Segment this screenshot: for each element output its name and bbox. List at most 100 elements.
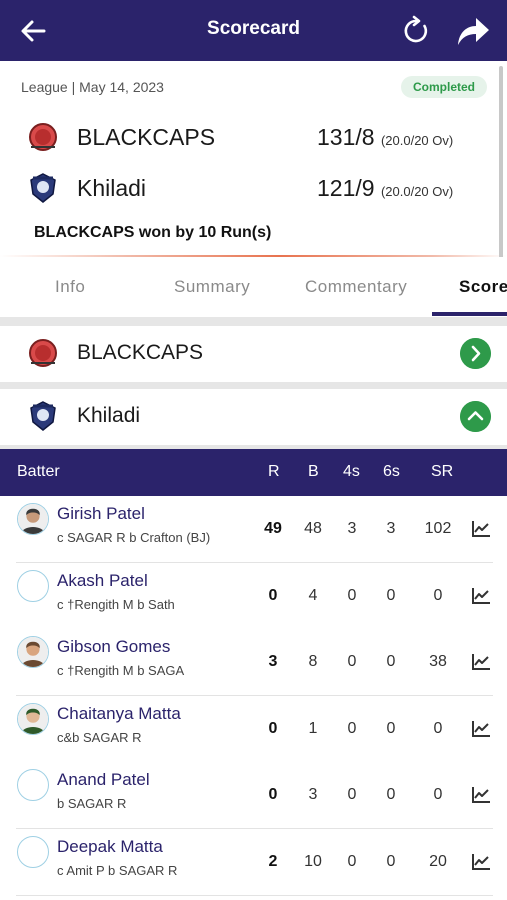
top-app-bar: Scorecard	[0, 0, 507, 61]
header-strike-rate: SR	[431, 463, 454, 480]
balls-cell: 4	[308, 586, 318, 604]
avatar-placeholder	[17, 835, 49, 868]
sixes-cell: 0	[386, 719, 396, 737]
chart-icon[interactable]	[471, 853, 491, 871]
match-result: BLACKCAPS won by 10 Run(s)	[34, 224, 272, 241]
chart-icon[interactable]	[471, 720, 491, 738]
batter-name[interactable]: Chaitanya Matta	[57, 704, 181, 724]
dismissal-text: c †Rengith M b SAGA	[57, 663, 185, 678]
chart-icon[interactable]	[471, 653, 491, 671]
chart-icon[interactable]	[471, 786, 491, 804]
match-meta: League | May 14, 2023	[21, 79, 164, 95]
khiladi-logo-icon	[30, 173, 56, 203]
tab-summary[interactable]: Summary	[174, 277, 250, 297]
refresh-icon[interactable]	[400, 15, 432, 47]
fours-cell: 0	[347, 653, 357, 670]
chevron-right-icon[interactable]	[460, 338, 491, 369]
runs-cell: 0	[268, 719, 278, 737]
strike-rate-cell: 102	[424, 520, 452, 537]
team-score: 131/8 (20.0/20 Ov)	[317, 124, 453, 151]
sixes-cell: 0	[386, 653, 396, 670]
team-score: 121/9 (20.0/20 Ov)	[317, 175, 453, 202]
header-runs: R	[268, 463, 280, 480]
fours-cell: 0	[347, 786, 357, 803]
avatar	[17, 702, 49, 735]
table-row[interactable]: Gibson Gomes c †Rengith M b SAGA 3 8 0 0 38	[0, 629, 507, 696]
team-name: BLACKCAPS	[77, 124, 216, 150]
innings-blackcaps[interactable]: BLACKCAPS	[0, 326, 507, 382]
strike-rate-cell: 0	[433, 786, 443, 803]
runs-cell: 3	[268, 653, 278, 670]
strike-rate-cell: 0	[433, 719, 443, 737]
innings-khiladi[interactable]: Khiladi	[0, 389, 507, 445]
chart-icon[interactable]	[471, 520, 491, 538]
dismissal-text: c Amit P b SAGAR R	[57, 862, 178, 878]
tab-info[interactable]: Info	[55, 277, 85, 297]
fours-cell: 0	[347, 719, 357, 737]
sixes-cell: 0	[386, 786, 396, 803]
team-score-value: 121/9	[317, 175, 375, 201]
avatar	[17, 503, 49, 535]
team-row-blackcaps: BLACKCAPS 131/8 (20.0/20 Ov)	[0, 117, 507, 157]
runs-cell: 0	[268, 786, 278, 803]
table-row[interactable]: Anand Patel b SAGAR R 0 3 0 0 0	[0, 762, 507, 829]
sixes-cell: 0	[386, 586, 396, 604]
blackcaps-logo-icon	[29, 339, 57, 367]
balls-cell: 1	[308, 719, 318, 737]
team-score-value: 131/8	[317, 124, 375, 150]
runs-cell: 2	[268, 852, 278, 870]
chart-icon[interactable]	[471, 587, 491, 605]
team-overs: (20.0/20 Ov)	[380, 133, 454, 148]
strike-rate-cell: 0	[433, 586, 443, 604]
section-gap	[0, 317, 507, 326]
dismissal-text: c SAGAR R b Crafton (BJ)	[57, 530, 211, 545]
batter-name[interactable]: Anand Patel	[57, 770, 150, 790]
innings-team-name: Khiladi	[77, 404, 141, 427]
fours-cell: 0	[347, 586, 357, 604]
avatar	[17, 636, 49, 668]
table-row[interactable]: Chaitanya Matta c&b SAGAR R 0 1 0 0 0	[0, 695, 507, 763]
header-balls: B	[308, 463, 319, 480]
table-row[interactable]: Deepak Matta c Amit P b SAGAR R 2 10 0 0 20	[0, 828, 507, 896]
balls-cell: 10	[304, 852, 322, 870]
sixes-cell: 3	[386, 520, 396, 537]
tab-score[interactable]: Score	[459, 277, 507, 297]
dismissal-text: b SAGAR R	[57, 796, 127, 811]
team-name: Khiladi	[77, 175, 147, 201]
balls-cell: 8	[308, 653, 318, 670]
khiladi-logo-icon	[30, 401, 56, 431]
runs-cell: 49	[264, 520, 282, 537]
batter-name[interactable]: Deepak Matta	[57, 837, 163, 857]
active-tab-indicator	[432, 312, 507, 316]
innings-team-name: BLACKCAPS	[77, 341, 204, 364]
fours-cell: 0	[347, 852, 357, 870]
table-row[interactable]: Girish Patel c SAGAR R b Crafton (BJ) 49 48…	[0, 496, 507, 563]
tab-bar: Info Summary Commentary Score	[0, 257, 507, 317]
section-gap	[0, 382, 507, 389]
table-row[interactable]: Akash Patel c †Rengith M b Sath 0 4 0 0 0	[0, 562, 507, 630]
chevron-up-icon[interactable]	[460, 401, 491, 432]
batting-table-header: Batter R B 4s 6s SR	[0, 449, 507, 496]
dismissal-text: c&b SAGAR R	[57, 729, 142, 745]
sixes-cell: 0	[386, 852, 396, 870]
dismissal-text: c †Rengith M b Sath	[57, 596, 175, 612]
runs-cell: 0	[268, 586, 278, 604]
strike-rate-cell: 20	[429, 852, 447, 870]
status-badge: Completed	[401, 76, 487, 98]
batter-name[interactable]: Akash Patel	[57, 571, 148, 591]
row-divider	[16, 894, 493, 896]
balls-cell: 48	[304, 520, 322, 537]
batter-name[interactable]: Girish Patel	[57, 504, 145, 524]
batter-name[interactable]: Gibson Gomes	[57, 637, 170, 657]
avatar-placeholder	[17, 569, 49, 602]
header-batter: Batter	[17, 463, 60, 480]
tab-commentary[interactable]: Commentary	[305, 277, 407, 297]
share-icon[interactable]	[455, 14, 491, 48]
header-fours: 4s	[343, 463, 360, 480]
blackcaps-logo-icon	[29, 123, 57, 151]
team-overs: (20.0/20 Ov)	[380, 184, 454, 199]
strike-rate-cell: 38	[429, 653, 447, 670]
fours-cell: 3	[347, 520, 357, 537]
match-summary-card: League | May 14, 2023 Completed BLACKCAP…	[0, 61, 507, 258]
balls-cell: 3	[308, 786, 318, 803]
